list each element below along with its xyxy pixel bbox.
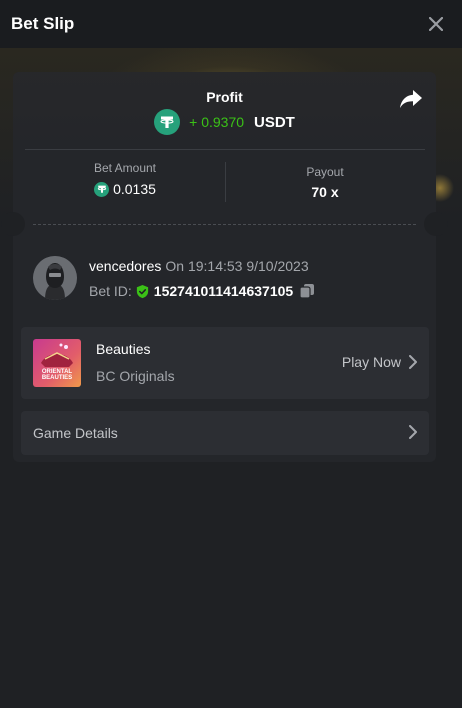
game-name: Beauties (96, 341, 151, 357)
ticket-notch-right (424, 212, 448, 236)
play-now-button[interactable]: Play Now (342, 354, 417, 370)
copy-icon (299, 284, 315, 299)
bet-id-line: Bet ID: 152741011414637105 (89, 283, 315, 299)
profit-currency: USDT (254, 113, 295, 131)
game-thumbnail-text: ORIENTAL BEAUTIES (41, 369, 73, 381)
bet-card: Profit + 0.9370 USDT Bet Amount 0.0135 P… (1, 72, 448, 462)
username[interactable]: vencedores (89, 258, 161, 274)
profit-label: Profit (206, 89, 243, 105)
close-button[interactable] (426, 14, 446, 34)
user-line: vencedores On 19:14:53 9/10/2023 (89, 258, 309, 274)
page-title: Bet Slip (11, 14, 75, 33)
shield-check-icon (136, 284, 148, 298)
chevron-right-icon (409, 425, 417, 439)
game-row[interactable]: ORIENTAL BEAUTIES Beauties BC Originals … (21, 327, 429, 399)
bet-amount: Bet Amount 0.0135 (25, 161, 225, 197)
play-now-label: Play Now (341, 354, 401, 370)
avatar[interactable] (33, 256, 77, 300)
close-icon (429, 17, 443, 31)
profit-row: + 0.9370 USDT (13, 109, 436, 135)
tether-icon (154, 109, 181, 135)
chevron-right-icon (409, 355, 417, 369)
ticket-notch-left (1, 212, 25, 236)
share-button[interactable] (399, 88, 423, 110)
tether-icon (94, 181, 110, 197)
share-icon (400, 90, 422, 108)
game-details-row[interactable]: Game Details (21, 411, 429, 455)
dashed-separator (33, 224, 416, 225)
bet-amount-label: Bet Amount (93, 161, 157, 175)
payout-value: 70 x (311, 184, 339, 200)
payout: Payout 70 x (225, 161, 425, 200)
bet-id-label: Bet ID: (89, 283, 132, 299)
bet-id-value: 152741011414637105 (153, 283, 294, 299)
bet-timestamp: On 19:14:53 9/10/2023 (165, 258, 309, 274)
profit-value: + 0.9370 (189, 114, 245, 130)
payout-label: Payout (306, 165, 344, 179)
divider (25, 149, 425, 150)
header: Bet Slip (0, 0, 462, 48)
game-details-label: Game Details (33, 425, 118, 441)
game-provider: BC Originals (96, 368, 175, 384)
copy-button[interactable] (299, 283, 315, 299)
game-thumbnail[interactable]: ORIENTAL BEAUTIES (33, 339, 81, 387)
bet-amount-value: 0.0135 (113, 181, 156, 197)
